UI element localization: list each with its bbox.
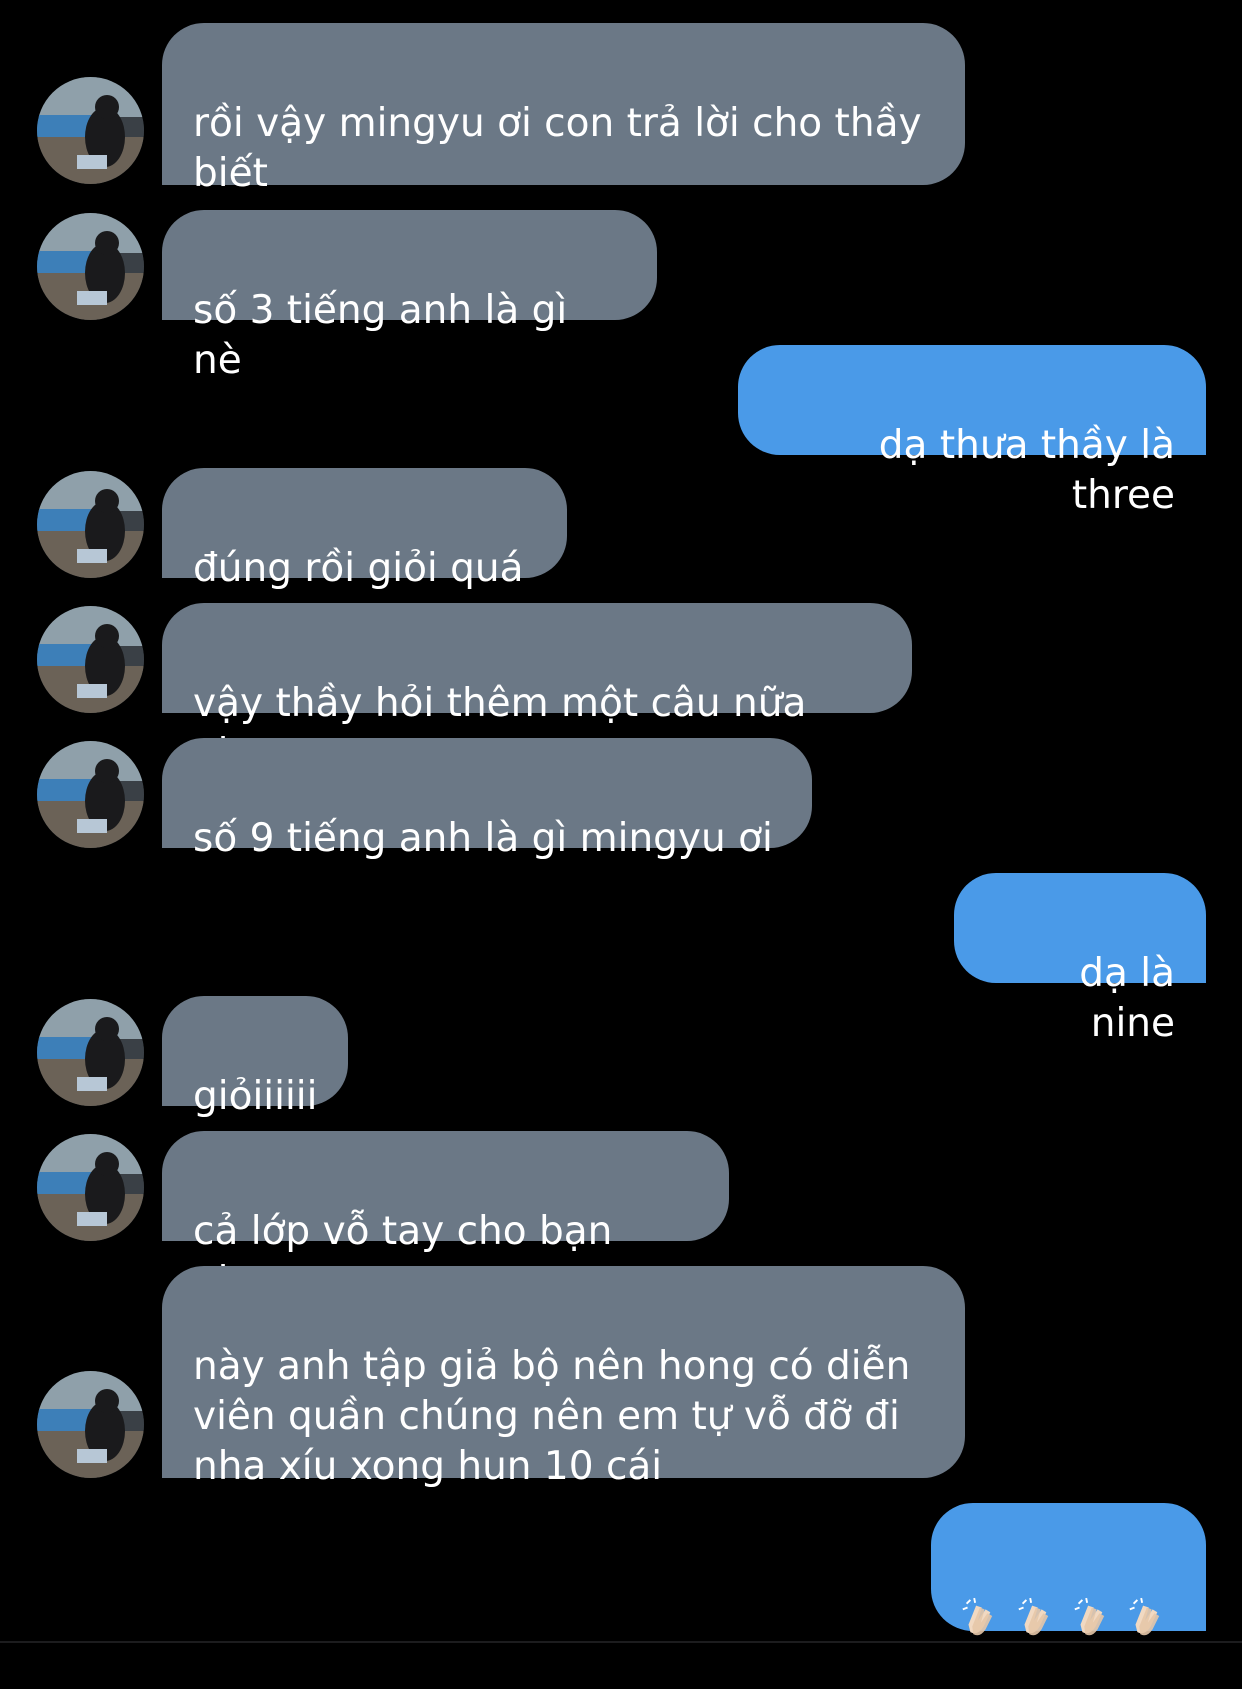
clapping-hands-icon (1129, 1597, 1160, 1636)
sender-avatar[interactable] (37, 741, 144, 848)
sender-avatar[interactable] (37, 1371, 144, 1478)
message-bubble-incoming[interactable]: này anh tập giả bộ nên hong có diễn viên… (162, 1266, 965, 1489)
message-bubble-outgoing[interactable]: dạ là nine (954, 873, 1206, 1046)
clapping-hands-icon (1073, 1597, 1104, 1636)
emoji-reaction-row (959, 1583, 1168, 1639)
message-bubble-incoming[interactable]: vậy thầy hỏi thêm một câu nữa nha (162, 603, 912, 776)
message-bubble-incoming[interactable]: giỏiiiiii (162, 996, 348, 1119)
sender-avatar[interactable] (37, 606, 144, 713)
clapping-hands-icon (962, 1597, 993, 1636)
sender-avatar[interactable] (37, 1134, 144, 1241)
message-text: rồi vậy mingyu ơi con trả lời cho thầy b… (193, 101, 922, 196)
message-text: đúng rồi giỏi quá (193, 546, 524, 591)
message-bubble-incoming[interactable]: rồi vậy mingyu ơi con trả lời cho thầy b… (162, 23, 965, 196)
message-text: dạ thưa thầy là three (878, 423, 1175, 518)
sender-avatar[interactable] (37, 471, 144, 578)
chat-thread[interactable]: rồi vậy mingyu ơi con trả lời cho thầy b… (0, 0, 1242, 1660)
message-bubble-incoming[interactable]: đúng rồi giỏi quá (162, 468, 567, 591)
message-bubble-incoming[interactable]: số 9 tiếng anh là gì mingyu ơi (162, 738, 812, 861)
message-text: dạ là nine (1079, 951, 1175, 1046)
message-text: này anh tập giả bộ nên hong có diễn viên… (193, 1344, 911, 1489)
message-text: số 3 tiếng anh là gì nè (193, 288, 568, 383)
sender-avatar[interactable] (37, 77, 144, 184)
message-bubble-incoming[interactable]: cả lớp vỗ tay cho bạn nha (162, 1131, 729, 1304)
message-text: giỏiiiiii (193, 1074, 318, 1119)
clapping-hands-icon (1018, 1597, 1048, 1636)
message-bubble-outgoing[interactable] (931, 1503, 1206, 1636)
message-bubble-incoming[interactable]: số 3 tiếng anh là gì nè (162, 210, 657, 383)
divider (0, 1641, 1242, 1643)
sender-avatar[interactable] (37, 999, 144, 1106)
message-bubble-outgoing[interactable]: dạ thưa thầy là three (738, 345, 1206, 518)
message-text: số 9 tiếng anh là gì mingyu ơi (193, 816, 773, 861)
sender-avatar[interactable] (37, 213, 144, 320)
